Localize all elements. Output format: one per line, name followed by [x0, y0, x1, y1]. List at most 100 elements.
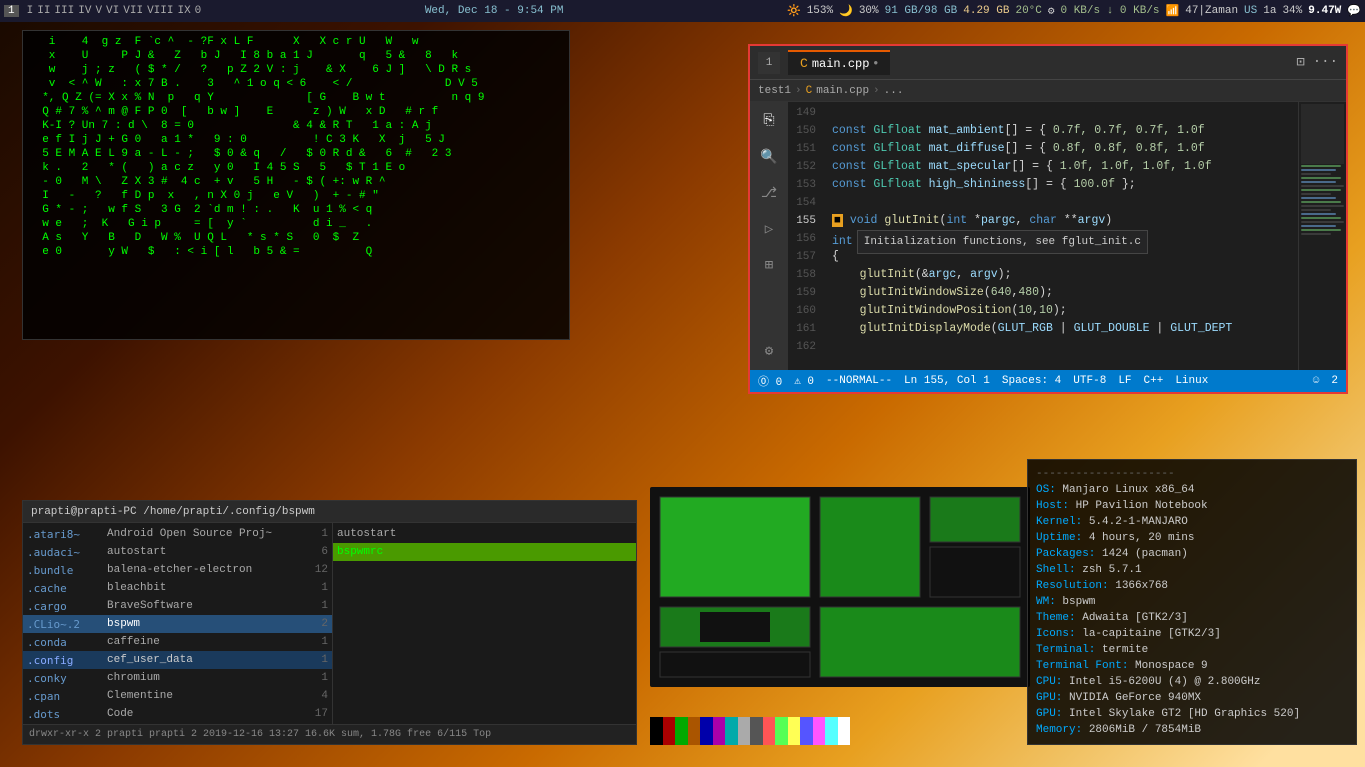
- minimap-line-18: [1301, 233, 1331, 235]
- palette-dark-gray: [750, 717, 763, 745]
- palette-yellow: [788, 717, 801, 745]
- extensions-icon[interactable]: ⊞: [758, 254, 780, 276]
- minimap-line-7: [1301, 189, 1341, 191]
- bspwm-logo: [650, 487, 1030, 717]
- more-options-icon[interactable]: ···: [1313, 54, 1338, 71]
- code-line-151: const GLfloat mat_diffuse[] = { 0.8f, 0.…: [832, 140, 1290, 158]
- line-156: 156: [788, 230, 824, 248]
- line-161: 161: [788, 320, 824, 338]
- minimap-line-3: [1301, 173, 1331, 175]
- fm-row-clio[interactable]: .CLio~.2 bspwm 2: [23, 615, 332, 633]
- fm-row-cargo[interactable]: .cargo BraveSoftware 1: [23, 597, 332, 615]
- fm-row-atari8[interactable]: .atari8~ Android Open Source Proj~ 1: [23, 525, 332, 543]
- fm-count: 1: [298, 654, 328, 666]
- fm-dir-full: chromium: [107, 672, 298, 684]
- error-count: ⓪ 0: [758, 373, 782, 389]
- editor-statusbar: ⓪ 0 ⚠ 0 --NORMAL-- Ln 155, Col 1 Spaces:…: [750, 370, 1346, 392]
- ws-0[interactable]: 0: [195, 5, 202, 17]
- ws-IV[interactable]: IV: [78, 5, 91, 17]
- search-editor-icon[interactable]: 🔍: [758, 146, 780, 168]
- fm-dir-name: .config: [27, 654, 107, 667]
- sysinfo-theme: Theme: Adwaita [GTK2/3]: [1036, 610, 1348, 626]
- ws-II[interactable]: II: [37, 5, 50, 17]
- fm-count: 4: [298, 690, 328, 702]
- settings-editor-icon[interactable]: ⚙: [758, 340, 780, 362]
- fm-count: 1: [298, 528, 328, 540]
- minimap-line-8: [1301, 193, 1331, 195]
- ws-V[interactable]: V: [95, 5, 102, 17]
- language: US: [1244, 5, 1257, 17]
- line-162: 162: [788, 338, 824, 356]
- fm-row-audaci[interactable]: .audaci~ autostart 6: [23, 543, 332, 561]
- fm-dir-name: .dots: [27, 708, 107, 721]
- workspace-current[interactable]: 1: [4, 5, 19, 17]
- fm-row-cpan[interactable]: .cpan Clementine 4: [23, 687, 332, 705]
- debug-icon[interactable]: ▷: [758, 218, 780, 240]
- line-ending: LF: [1118, 375, 1131, 387]
- datetime-display: Wed, Dec 18 - 9:54 PM: [425, 5, 564, 17]
- palette-magenta: [813, 717, 826, 745]
- fm-dir-name: .audaci~: [27, 546, 107, 559]
- ws-VIII[interactable]: VIII: [147, 5, 173, 17]
- editor-tabs: 1 C main.cpp ●: [758, 50, 890, 75]
- disk-usage2: 4.29 GB: [963, 5, 1009, 17]
- fm-right-panel: autostart bspwmrc: [333, 523, 636, 724]
- code-editor[interactable]: 1 C main.cpp ● ⊡ ··· test1 › C main.cpp …: [748, 44, 1348, 394]
- code-line-158: glutInit(&argc, argv);: [832, 266, 1290, 284]
- os-info: Linux: [1175, 375, 1208, 387]
- palette-dark-green: [675, 717, 688, 745]
- ws-VII[interactable]: VII: [123, 5, 143, 17]
- line-150: 150: [788, 122, 824, 140]
- palette-dark-blue: [700, 717, 713, 745]
- ws-VI[interactable]: VI: [106, 5, 119, 17]
- fm-file-bspwmrc[interactable]: bspwmrc: [333, 543, 636, 561]
- ws-IX[interactable]: IX: [177, 5, 190, 17]
- battery-icon: 30%: [859, 5, 879, 17]
- fm-dir-full: Code: [107, 708, 298, 720]
- fm-row-conky[interactable]: .conky chromium 1: [23, 669, 332, 687]
- palette-red: [763, 717, 776, 745]
- split-editor-icon[interactable]: ⊡: [1296, 54, 1304, 71]
- fm-dir-name: .cache: [27, 582, 107, 595]
- fm-row-cache[interactable]: .cache bleachbit 1: [23, 579, 332, 597]
- fm-content: .atari8~ Android Open Source Proj~ 1 .au…: [23, 523, 636, 724]
- fm-row-dots[interactable]: .dots Code 17: [23, 705, 332, 723]
- source-control-icon[interactable]: ⎇: [758, 182, 780, 204]
- file-manager[interactable]: prapti@prapti-PC /home/prapti/.config/bs…: [22, 500, 637, 745]
- ws-III[interactable]: III: [54, 5, 74, 17]
- line-151: 151: [788, 140, 824, 158]
- palette-dark-magenta: [713, 717, 726, 745]
- matrix-terminal[interactable]: i 4 g z F `c ^ - ?F x L F X X c r U W w …: [22, 30, 570, 340]
- fm-count: 12: [298, 564, 328, 576]
- fm-count: 1: [298, 582, 328, 594]
- minimap-line-12: [1301, 209, 1331, 211]
- color-palette: [650, 717, 850, 745]
- fm-row-bundle[interactable]: .bundle balena-etcher-electron 12: [23, 561, 332, 579]
- brightness-value: 153%: [807, 5, 833, 17]
- cpu-icon: ⚙: [1048, 4, 1055, 18]
- editor-line-numbers: 149 150 151 152 153 154 155 156 157 158 …: [788, 102, 824, 370]
- fm-count: 6: [298, 546, 328, 558]
- editor-code-area[interactable]: const GLfloat mat_ambient[] = { 0.7f, 0.…: [824, 102, 1298, 370]
- sysinfo-uptime: Uptime: 4 hours, 20 mins: [1036, 530, 1348, 546]
- fm-titlebar: prapti@prapti-PC /home/prapti/.config/bs…: [23, 501, 636, 523]
- line-159: 159: [788, 284, 824, 302]
- sysinfo-wm: WM: bspwm: [1036, 594, 1348, 610]
- fm-row-conda[interactable]: .conda caffeine 1: [23, 633, 332, 651]
- line-158: 158: [788, 266, 824, 284]
- palette-white: [838, 717, 851, 745]
- ws-I[interactable]: I: [27, 5, 34, 17]
- line-149: 149: [788, 104, 824, 122]
- fm-dir-full: cef_user_data: [107, 654, 298, 666]
- smiley-icon: ☺: [1313, 375, 1320, 387]
- editor-tab-main-cpp[interactable]: C main.cpp ●: [788, 50, 890, 75]
- sysinfo-terminal: Terminal: termite: [1036, 642, 1348, 658]
- palette-light-gray: [738, 717, 751, 745]
- fm-dir-full: balena-etcher-electron: [107, 564, 298, 576]
- fm-file-autostart[interactable]: autostart: [333, 525, 636, 543]
- explorer-icon[interactable]: ⎘: [758, 110, 780, 132]
- code-line-152: const GLfloat mat_specular[] = { 1.0f, 1…: [832, 158, 1290, 176]
- palette-blue: [800, 717, 813, 745]
- fm-row-config[interactable]: .config cef_user_data 1: [23, 651, 332, 669]
- indent-size: Spaces: 4: [1002, 375, 1061, 387]
